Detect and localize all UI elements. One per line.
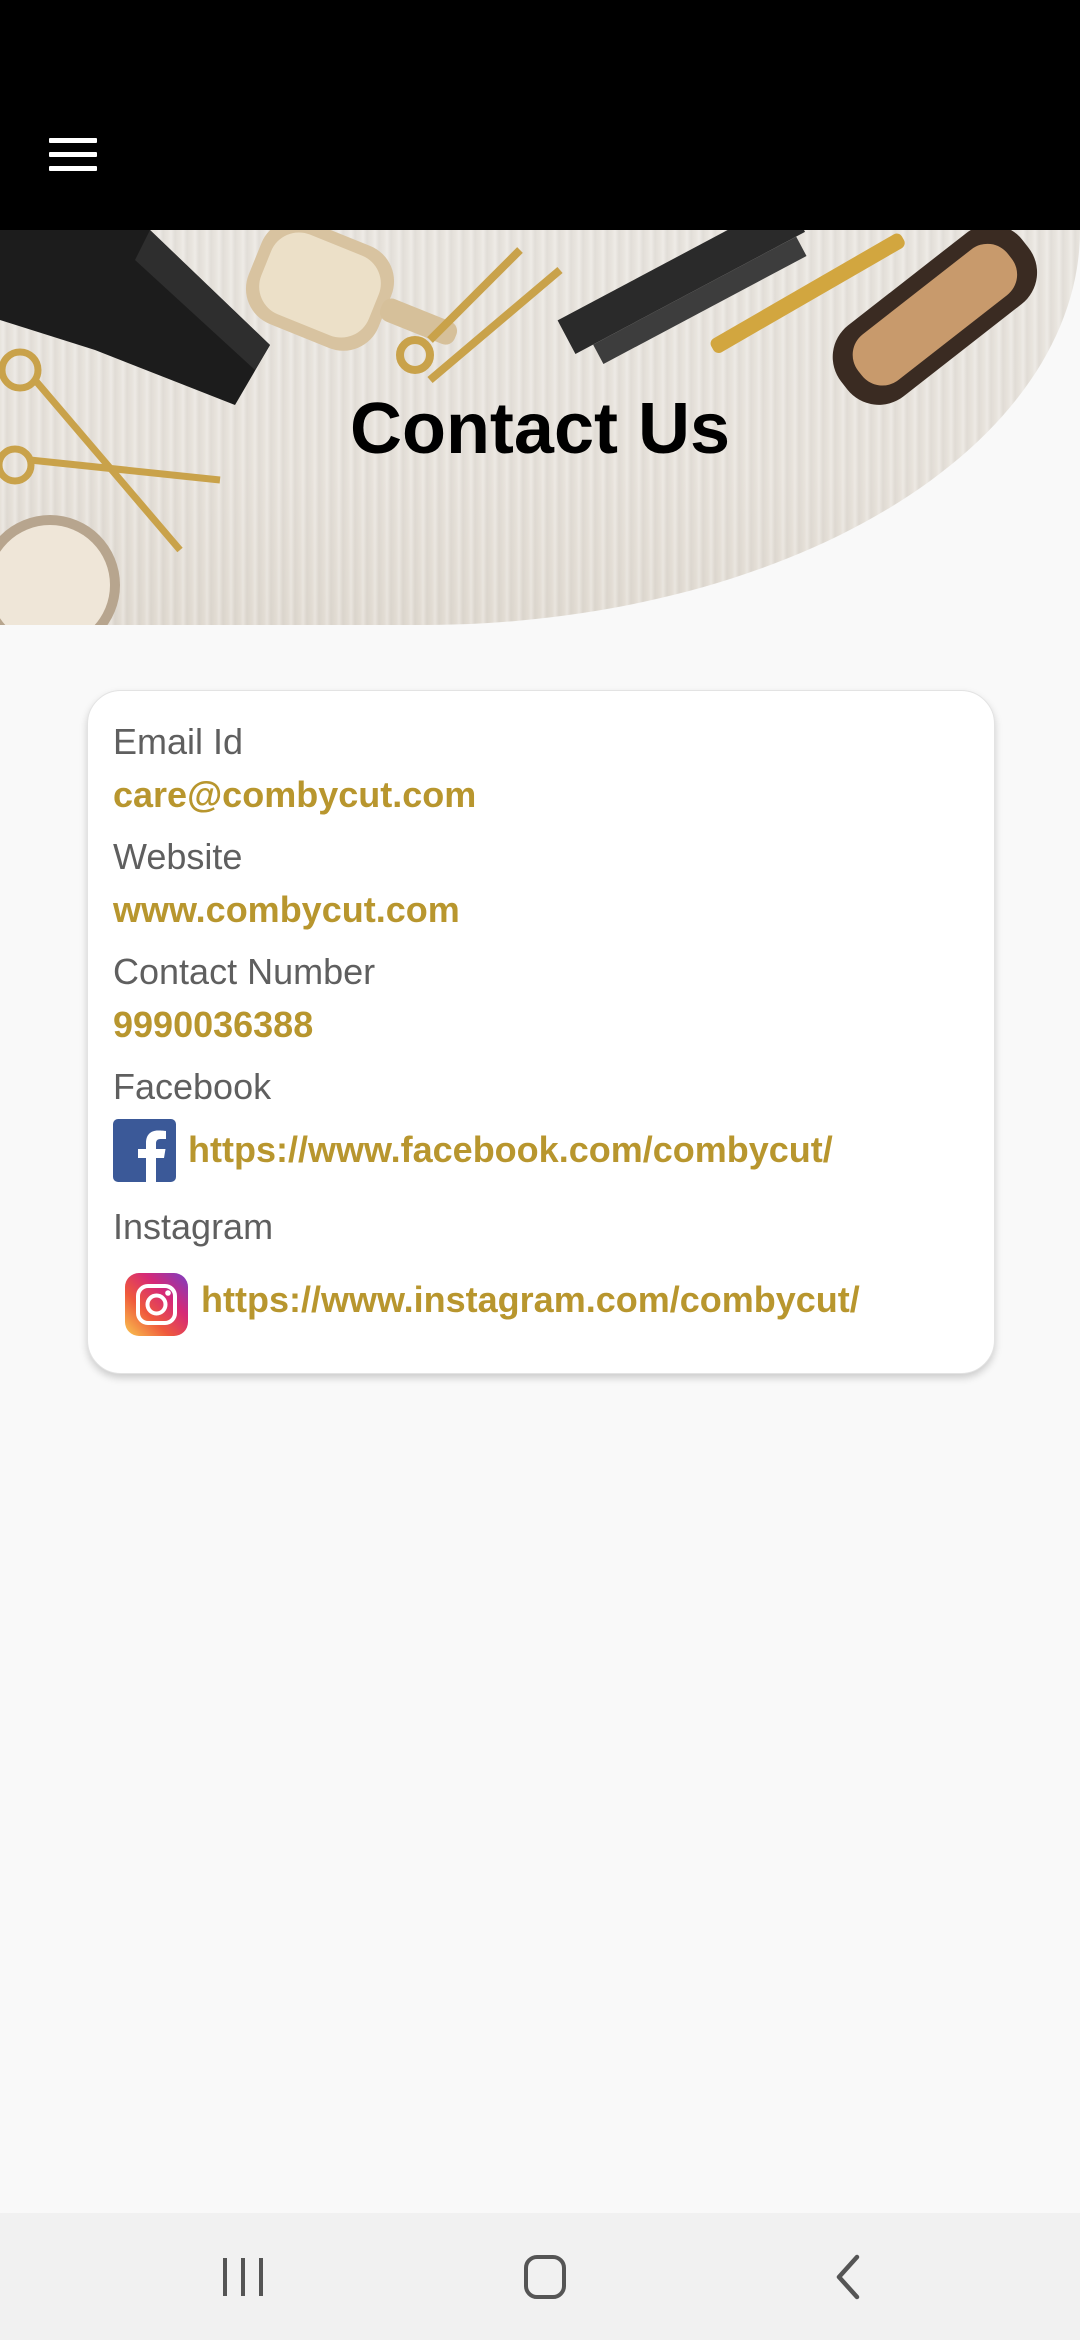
system-nav-bar (0, 2213, 1080, 2340)
menu-button[interactable] (40, 130, 106, 180)
mirror-image (0, 515, 120, 625)
hamburger-menu-icon-line (49, 152, 97, 157)
hero-banner: Contact Us (0, 230, 1080, 625)
email-label: Email Id (113, 721, 244, 762)
instagram-icon[interactable] (125, 1273, 188, 1336)
contact-card: Email Id care@combycut.com Website www.c… (87, 690, 995, 1374)
hair-dryer-image (0, 230, 270, 405)
contact-number-label: Contact Number (113, 951, 376, 992)
hamburger-menu-icon-line (49, 166, 97, 171)
page-title: Contact Us (349, 389, 731, 469)
facebook-link[interactable]: https://www.facebook.com/combycut/ (188, 1129, 833, 1171)
back-button[interactable] (797, 2233, 897, 2321)
facebook-icon[interactable] (113, 1119, 176, 1182)
recent-apps-button[interactable] (193, 2233, 293, 2321)
hamburger-menu-icon (49, 138, 97, 143)
home-icon (524, 2255, 566, 2299)
recent-apps-icon (223, 2258, 263, 2296)
back-icon (836, 2254, 860, 2300)
contact-number-link[interactable]: 9990036388 (113, 1004, 313, 1046)
instagram-label: Instagram (113, 1206, 274, 1247)
home-button[interactable] (495, 2233, 595, 2321)
website-link[interactable]: www.combycut.com (113, 889, 460, 931)
email-link[interactable]: care@combycut.com (113, 774, 476, 816)
website-label: Website (113, 836, 243, 877)
paddle-brush-image (245, 230, 458, 351)
comb-image (557, 230, 807, 364)
app-bar (0, 0, 1080, 230)
facebook-label: Facebook (113, 1066, 272, 1107)
instagram-link[interactable]: https://www.instagram.com/combycut/ (201, 1279, 860, 1321)
